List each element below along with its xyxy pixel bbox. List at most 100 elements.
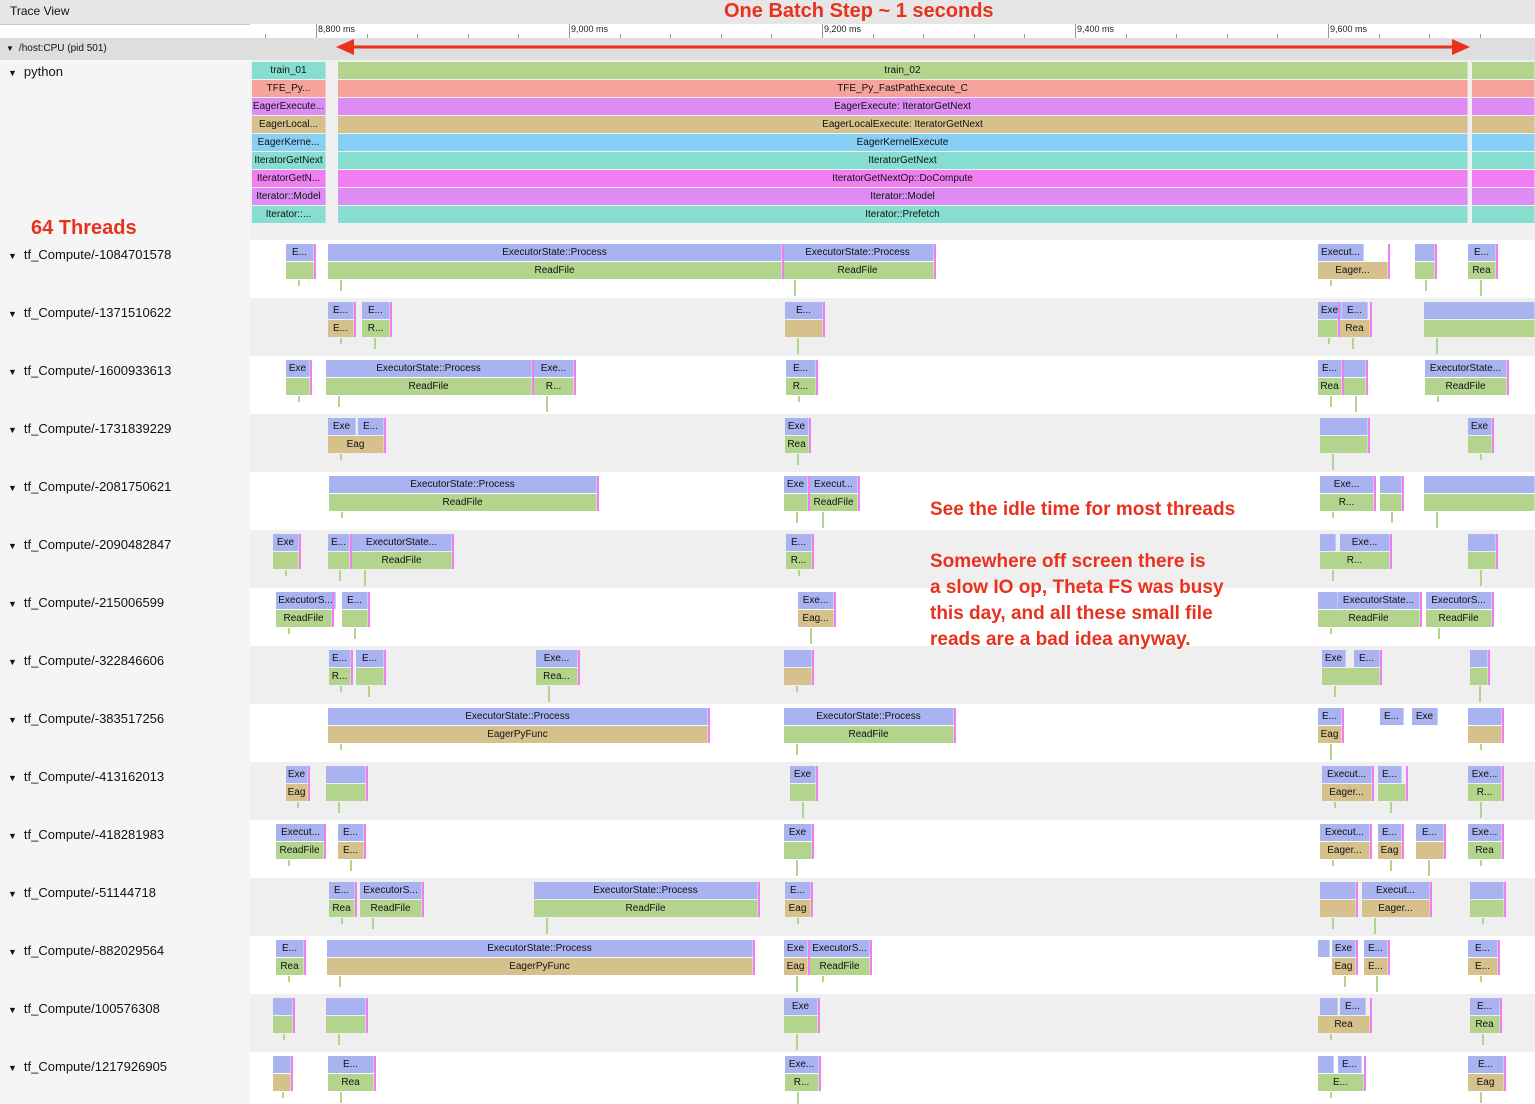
trace-slice[interactable]: ExecutorState...	[352, 534, 452, 551]
child-event-marker[interactable]	[1368, 418, 1370, 453]
child-event-marker[interactable]	[758, 882, 760, 917]
trace-slice[interactable]: Rea	[328, 1074, 374, 1091]
child-event-marker[interactable]	[339, 976, 341, 987]
thread-name-row[interactable]: ▼ tf_Compute/-1371510622	[8, 305, 171, 320]
trace-slice[interactable]	[784, 668, 812, 685]
child-event-marker[interactable]	[308, 766, 310, 801]
trace-slice[interactable]: Exe	[790, 766, 816, 783]
child-event-marker[interactable]	[297, 802, 299, 808]
child-event-marker[interactable]	[809, 418, 811, 453]
child-event-marker[interactable]	[1332, 512, 1334, 518]
child-event-marker[interactable]	[1480, 454, 1482, 460]
child-event-marker[interactable]	[282, 1092, 284, 1098]
collapse-triangle-icon[interactable]: ▼	[8, 889, 17, 899]
child-event-marker[interactable]	[1502, 824, 1504, 859]
trace-slice[interactable]: ExecutorS...	[810, 940, 870, 957]
child-event-marker[interactable]	[1330, 1092, 1332, 1098]
trace-slice[interactable]: Exe	[784, 998, 818, 1015]
python-stack-slice[interactable]: IteratorGetNext	[252, 152, 326, 169]
child-event-marker[interactable]	[546, 918, 548, 934]
trace-slice[interactable]: ReadFile	[360, 900, 422, 917]
trace-slice[interactable]	[1320, 900, 1356, 917]
thread-name-row[interactable]: ▼ tf_Compute/1217926905	[8, 1059, 167, 1074]
child-event-marker[interactable]	[796, 976, 798, 992]
trace-slice[interactable]: ExecutorState...	[1338, 592, 1420, 609]
thread-name-row[interactable]: ▼ tf_Compute/-51144718	[8, 885, 156, 900]
child-event-marker[interactable]	[368, 592, 370, 627]
child-event-marker[interactable]	[293, 998, 295, 1033]
child-event-marker[interactable]	[1388, 244, 1390, 279]
trace-slice[interactable]: E...	[338, 842, 364, 859]
child-event-marker[interactable]	[374, 1056, 376, 1091]
child-event-marker[interactable]	[332, 592, 334, 627]
child-event-marker[interactable]	[578, 650, 580, 685]
trace-slice[interactable]: ReadFile	[1425, 378, 1507, 395]
trace-slice[interactable]	[1320, 998, 1338, 1015]
trace-slice[interactable]: E...	[328, 302, 354, 319]
python-stack-slice[interactable]: Iterator::...	[252, 206, 326, 223]
python-stack-slice[interactable]	[1472, 206, 1535, 223]
trace-slice[interactable]	[1424, 302, 1535, 319]
child-event-marker[interactable]	[390, 302, 392, 337]
child-event-marker[interactable]	[374, 338, 376, 349]
trace-slice[interactable]: ExecutorState::Process	[784, 708, 954, 725]
child-event-marker[interactable]	[338, 802, 340, 813]
python-stack-slice[interactable]: train_01	[252, 62, 326, 79]
trace-slice[interactable]: Rea	[1340, 320, 1370, 337]
child-event-marker[interactable]	[341, 512, 343, 518]
trace-slice[interactable]: Execut...	[810, 476, 858, 493]
trace-slice[interactable]: ReadFile	[782, 262, 934, 279]
child-event-marker[interactable]	[797, 918, 799, 924]
trace-slice[interactable]	[1320, 418, 1368, 435]
trace-slice[interactable]: Rea	[1318, 1016, 1370, 1033]
trace-slice[interactable]: Eager...	[1362, 900, 1430, 917]
trace-slice[interactable]: Exe	[784, 476, 808, 493]
trace-slice[interactable]	[1318, 592, 1338, 609]
trace-slice[interactable]	[1320, 436, 1368, 453]
trace-slice[interactable]	[1380, 494, 1402, 511]
collapse-triangle-icon[interactable]: ▼	[8, 773, 17, 783]
trace-slice[interactable]	[1470, 668, 1488, 685]
trace-slice[interactable]: Rea	[1318, 378, 1342, 395]
thread-name-row[interactable]: ▼ tf_Compute/-215006599	[8, 595, 164, 610]
child-event-marker[interactable]	[782, 244, 784, 279]
trace-slice[interactable]: ReadFile	[810, 494, 858, 511]
trace-slice[interactable]: Exe...	[536, 650, 578, 667]
trace-slice[interactable]: E...	[1338, 1056, 1362, 1073]
child-event-marker[interactable]	[298, 280, 300, 286]
child-event-marker[interactable]	[1338, 302, 1340, 337]
thread-name-row[interactable]: ▼ tf_Compute/-2090482847	[8, 537, 171, 552]
child-event-marker[interactable]	[1502, 708, 1504, 743]
child-event-marker[interactable]	[1406, 766, 1408, 801]
child-event-marker[interactable]	[1420, 592, 1422, 627]
child-event-marker[interactable]	[812, 534, 814, 569]
child-event-marker[interactable]	[351, 650, 353, 685]
trace-slice[interactable]	[342, 610, 368, 627]
child-event-marker[interactable]	[818, 998, 820, 1033]
trace-slice[interactable]: Rea	[329, 900, 355, 917]
child-event-marker[interactable]	[797, 454, 799, 465]
collapse-triangle-icon[interactable]: ▼	[8, 831, 17, 841]
python-stack-slice[interactable]: EagerExecute: IteratorGetNext	[338, 98, 1468, 115]
trace-slice[interactable]: E...	[1468, 958, 1498, 975]
trace-slice[interactable]: E...	[1318, 708, 1342, 725]
child-event-marker[interactable]	[548, 686, 550, 702]
child-event-marker[interactable]	[314, 244, 316, 279]
child-event-marker[interactable]	[1480, 280, 1482, 296]
trace-slice[interactable]: ExecutorS...	[360, 882, 422, 899]
trace-slice[interactable]	[273, 998, 293, 1015]
child-event-marker[interactable]	[1366, 360, 1368, 395]
child-event-marker[interactable]	[310, 360, 312, 395]
trace-slice[interactable]: E...	[1340, 998, 1366, 1015]
python-stack-slice[interactable]: TFE_Py_FastPathExecute_C	[338, 80, 1468, 97]
trace-slice[interactable]	[1318, 940, 1330, 957]
trace-slice[interactable]	[1468, 552, 1496, 569]
thread-name-row[interactable]: ▼ tf_Compute/-413162013	[8, 769, 164, 784]
child-event-marker[interactable]	[288, 976, 290, 982]
collapse-triangle-icon[interactable]: ▼	[8, 251, 17, 261]
collapse-triangle-icon[interactable]: ▼	[8, 1005, 17, 1015]
child-event-marker[interactable]	[1374, 476, 1376, 511]
trace-slice[interactable]: E...	[785, 882, 811, 899]
trace-slice[interactable]: ReadFile	[1318, 610, 1420, 627]
trace-slice[interactable]: Eager...	[1320, 842, 1370, 859]
